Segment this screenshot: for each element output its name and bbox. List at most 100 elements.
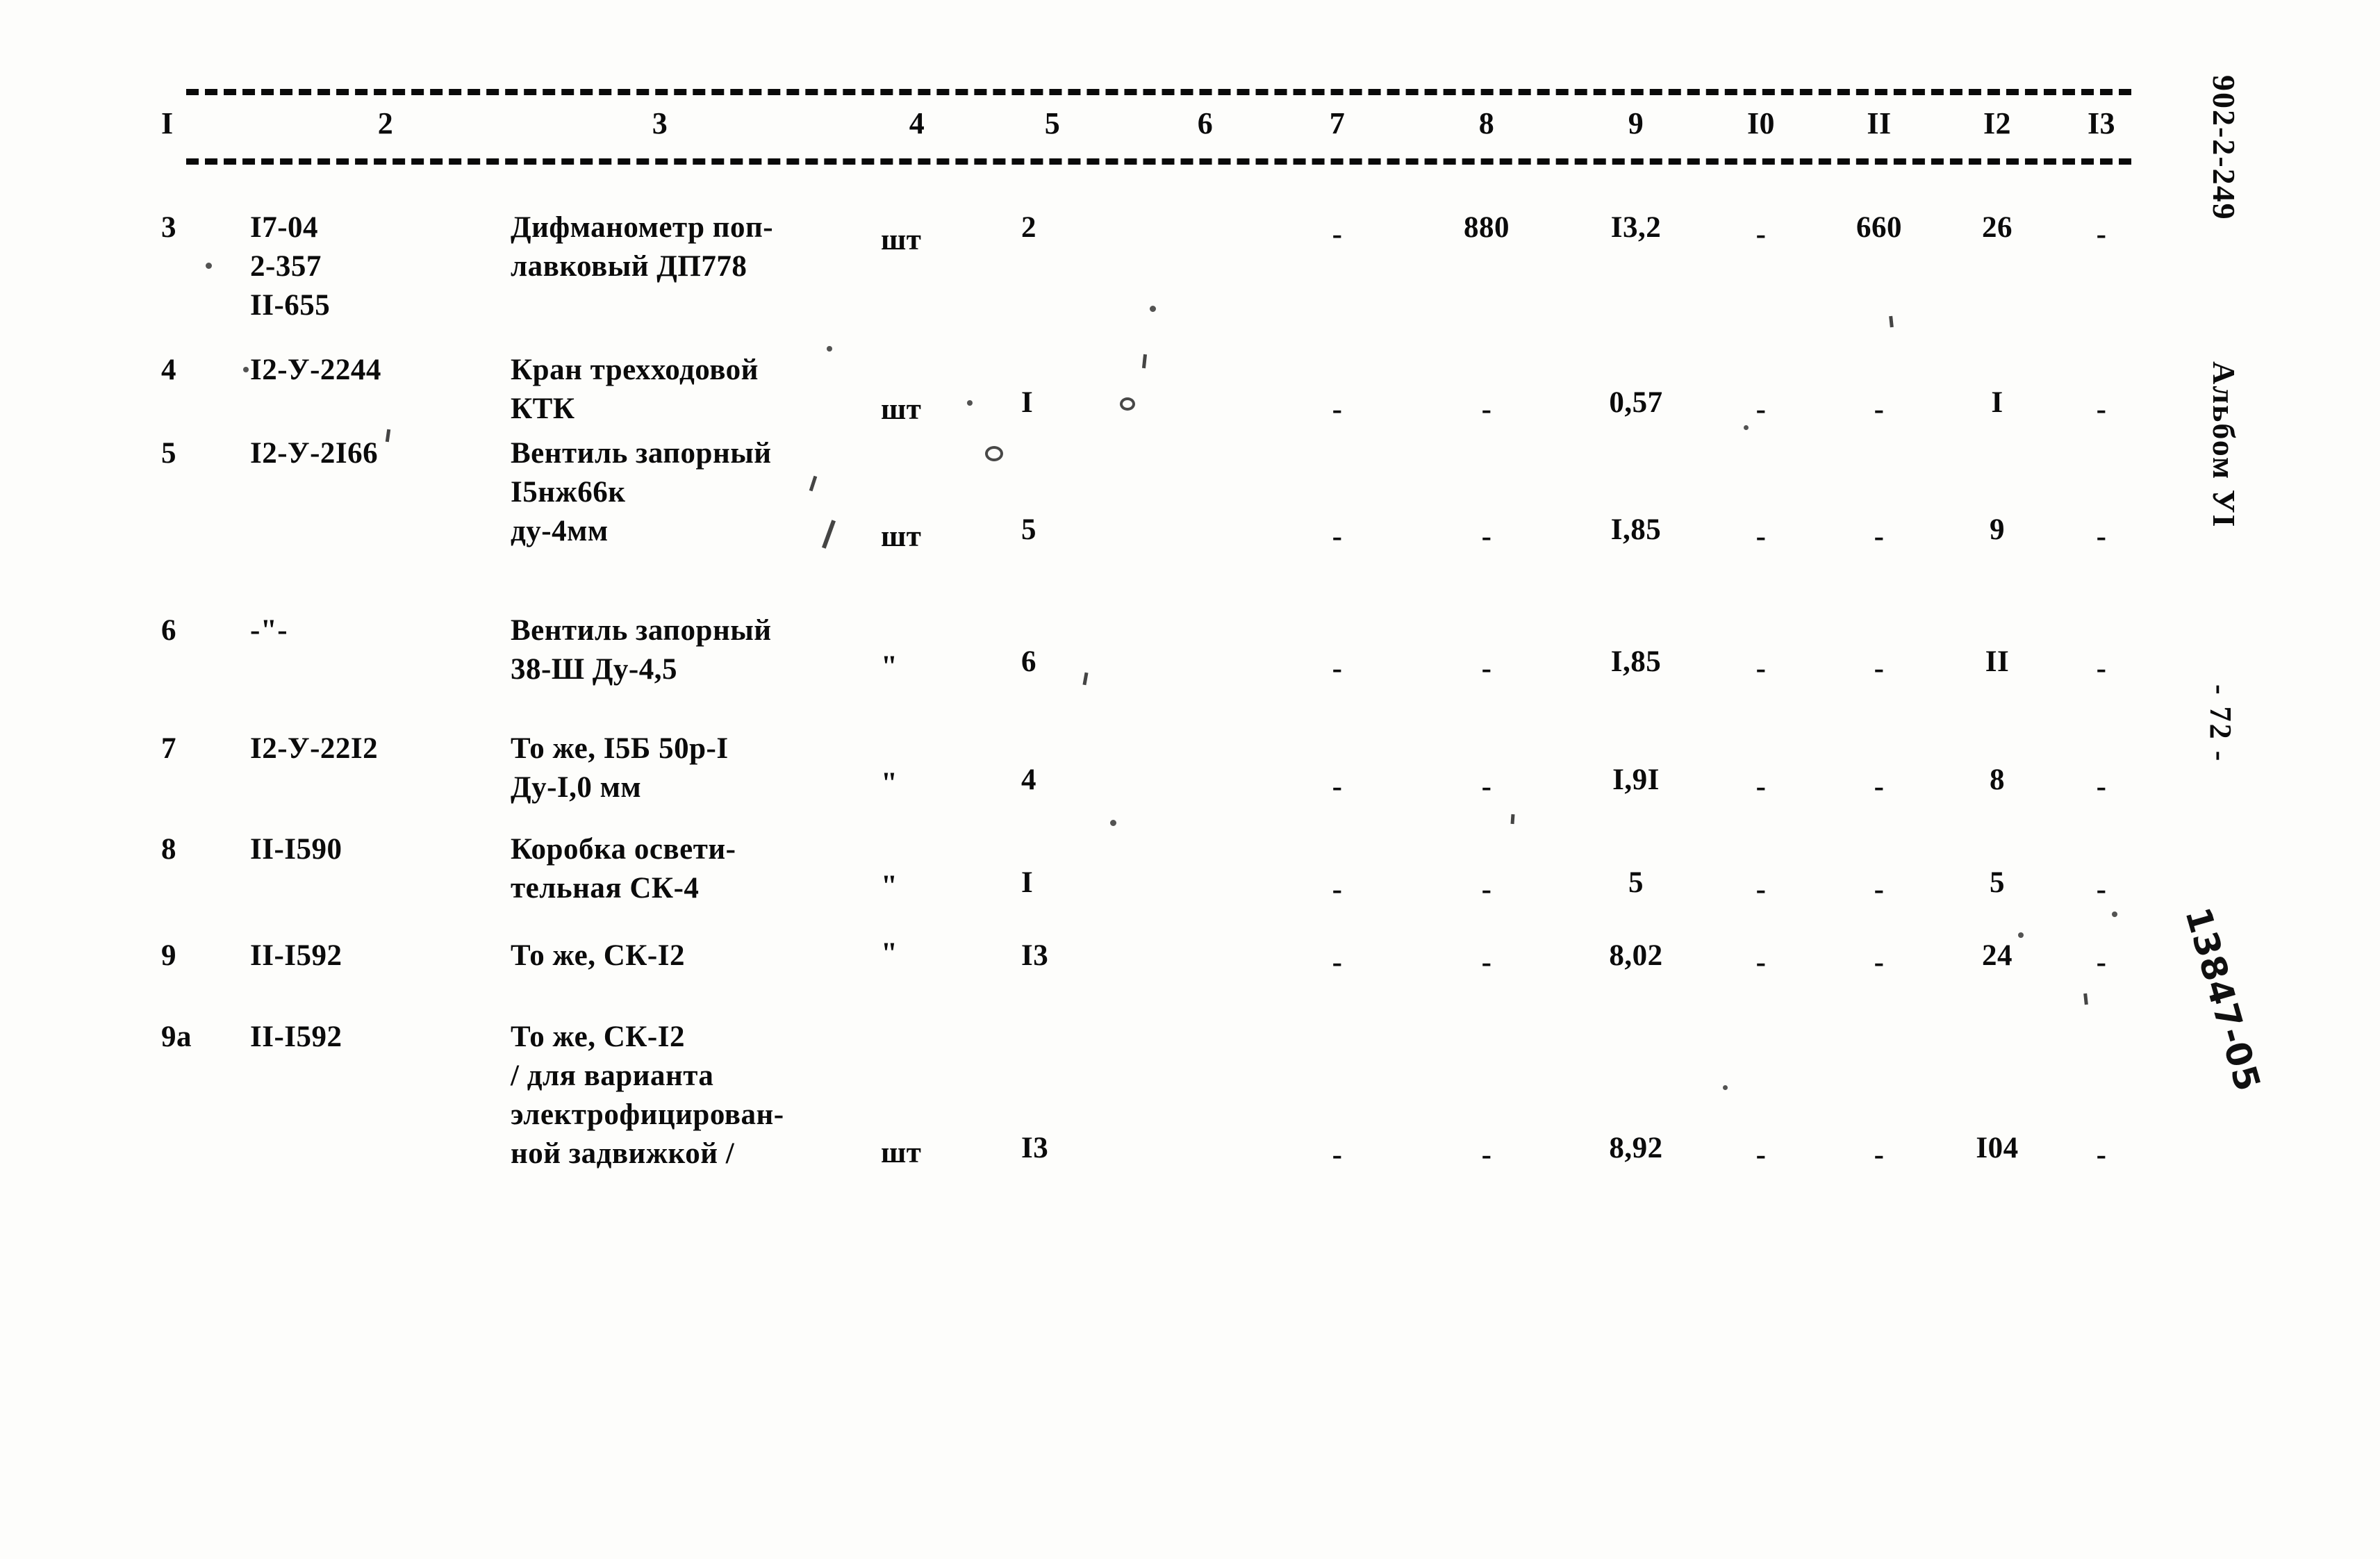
row-value-11: - [1874,946,1885,979]
row-name: Коробка освети- тельная СК-4 [511,833,736,905]
row-value-10: - [1755,873,1767,906]
scan-speck [2112,912,2117,917]
row-value-8: - [1481,652,1492,685]
table-header-dashed-rule [186,158,2131,165]
row-value-13: - [2096,873,2107,906]
row-value-7: - [1332,652,1343,685]
row-value-13: - [2096,218,2107,251]
row-value-7: - [1332,218,1343,251]
archive-mark-handwritten: 13847-05 [2177,903,2269,1096]
row-value-9: I,9I [1612,764,1660,796]
row-value-12: 9 [1990,513,2005,546]
scanned-page: I 2 3 4 5 6 7 8 9 I0 II I2 I3 3 I7-04 2-… [0,0,2380,1559]
scan-tick [1510,814,1515,825]
scan-speck-ring [985,446,1003,461]
column-header-9: 9 [1628,106,1644,140]
row-unit: " [881,767,898,800]
row-value-7: - [1332,873,1343,906]
column-header-1: I [161,106,174,140]
row-value-13: - [2096,1139,2107,1171]
row-value-9: 8,92 [1609,1132,1663,1164]
row-quantity: I [1021,386,1034,419]
scan-speck-ring [1120,397,1135,411]
row-name: То же, СК-I2 [511,939,685,972]
scan-tick [1889,315,1894,328]
row-value-11: - [1874,873,1885,906]
row-unit: шт [881,224,922,256]
scan-tick [2083,993,2088,1005]
document-code-vertical: 902-2-249 [2206,75,2242,221]
row-unit: шт [881,393,922,426]
row-number: 6 [161,614,176,647]
scan-speck [243,367,249,372]
row-value-10: - [1755,770,1767,803]
column-header-8: 8 [1478,106,1495,140]
row-number: 5 [161,437,176,470]
column-header-4: 4 [909,106,925,140]
row-code: I7-04 2-357 II-655 [250,211,331,322]
row-quantity: 2 [1021,211,1036,244]
table-top-dashed-rule [186,89,2131,95]
row-value-12: II [1985,645,2010,678]
row-value-11: 660 [1856,211,1902,244]
scan-speck [1723,1085,1728,1090]
row-quantity: 4 [1021,764,1036,796]
row-value-10: - [1755,520,1767,553]
scan-speck [967,400,973,406]
row-value-9: I3,2 [1610,211,1662,244]
row-value-8: - [1481,1139,1492,1171]
row-code: -"- [250,614,288,647]
row-value-12: 26 [1982,211,2013,244]
column-header-2: 2 [377,106,394,140]
row-unit: " [881,870,898,902]
row-quantity: I3 [1021,939,1049,972]
row-name: То же, I5Б 50р-I Ду-I,0 мм [511,732,729,804]
row-value-12: 5 [1990,866,2005,899]
row-unit: " [881,937,898,970]
row-value-9: 0,57 [1609,386,1663,419]
row-unit: шт [881,1137,922,1169]
row-value-13: - [2096,652,2107,685]
album-label-vertical: Альбом УI [2206,361,2242,529]
row-number: 9 [161,939,176,972]
row-code: I2-У-2I66 [250,437,379,470]
row-number: 9а [161,1021,192,1053]
row-name: Дифманометр поп- лавковый ДП778 [511,211,774,283]
row-quantity: I3 [1021,1132,1049,1164]
column-header-11: II [1867,106,1892,140]
row-quantity: 6 [1021,645,1036,678]
scan-speck [1150,306,1156,312]
row-value-7: - [1332,520,1343,553]
column-header-6: 6 [1197,106,1214,140]
row-value-7: - [1332,393,1343,426]
row-code: II-I592 [250,939,342,972]
row-value-8: - [1481,946,1492,979]
row-value-12: I04 [1976,1132,2019,1164]
row-value-9: 5 [1628,866,1644,899]
row-code: I2-У-2244 [250,354,381,386]
row-value-11: - [1874,1139,1885,1171]
row-number: 3 [161,211,176,244]
row-value-9: 8,02 [1609,939,1663,972]
scan-speck [1744,425,1749,430]
row-name: Вентиль запорный 38-Ш Ду-4,5 [511,614,772,686]
scan-speck [827,346,832,352]
row-value-7: - [1332,1139,1343,1171]
row-code: II-I592 [250,1021,342,1053]
row-value-10: - [1755,1139,1767,1171]
row-value-12: 8 [1990,764,2005,796]
row-value-8: - [1481,873,1492,906]
column-header-12: I2 [1983,106,2012,140]
row-name: То же, СК-I2 / для варианта электрофицир… [511,1021,784,1170]
row-value-11: - [1874,520,1885,553]
column-header-10: I0 [1746,106,1776,140]
row-unit: " [881,650,898,683]
row-name: Кран трехходовой КТК [511,354,759,425]
row-value-9: I,85 [1610,513,1662,546]
row-code: II-I590 [250,833,342,866]
column-header-7: 7 [1329,106,1346,140]
column-header-3: 3 [652,106,668,140]
row-value-7: - [1332,946,1343,979]
column-header-5: 5 [1044,106,1061,140]
row-quantity: 5 [1021,513,1036,546]
